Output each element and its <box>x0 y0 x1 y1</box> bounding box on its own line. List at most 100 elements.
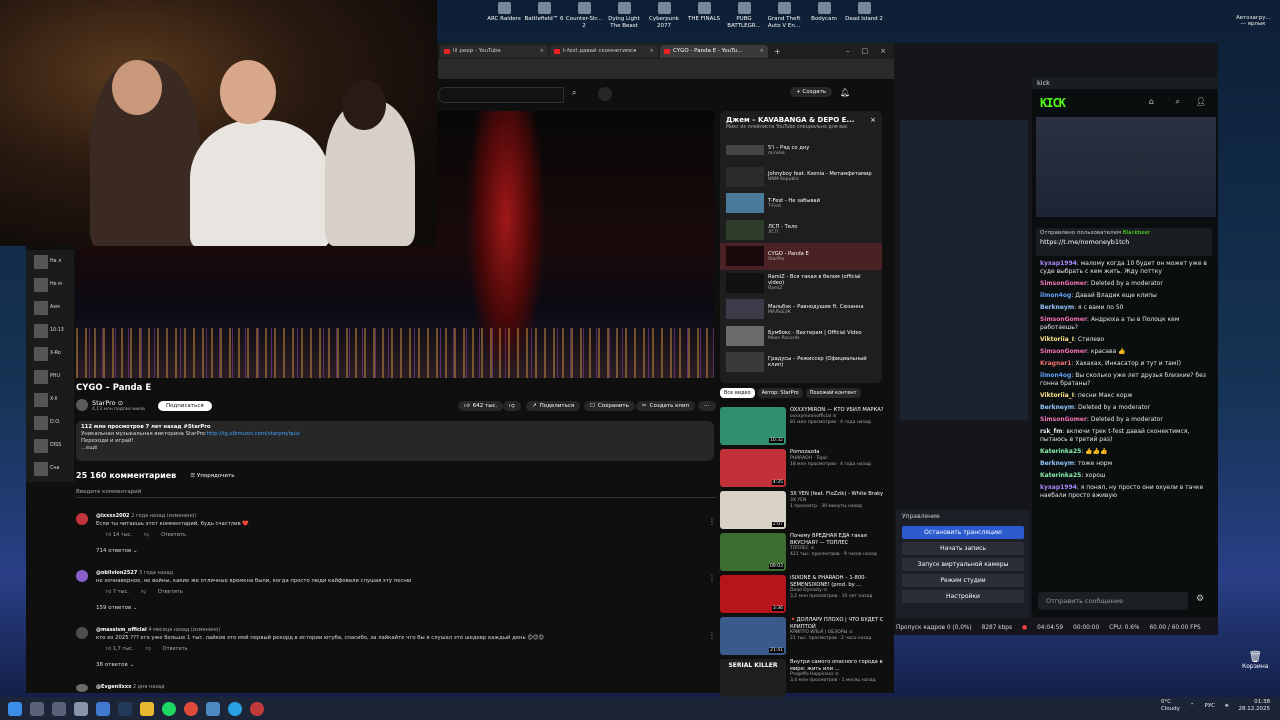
folder-icon[interactable] <box>140 701 154 716</box>
address-bar[interactable] <box>438 59 894 79</box>
gift-icon[interactable]: ⌂ <box>1149 97 1154 106</box>
dislike-button[interactable]: 👎︎ <box>503 401 521 411</box>
save-button[interactable]: ☐ Сохранить <box>584 401 635 411</box>
desktop-icon-2[interactable]: Counter-Str... 2 <box>564 2 604 40</box>
desktop-icon-0[interactable]: ARC Raiders <box>484 2 524 40</box>
desc-link[interactable]: http://ig.elbmusic.com/starpro/quiz <box>207 431 300 437</box>
minimize-icon[interactable]: – <box>846 47 850 55</box>
side-item[interactable]: D.O. <box>26 411 74 434</box>
side-item[interactable]: 10:13 <box>26 319 74 342</box>
comment-author[interactable]: @Evgenilxxx 2 дня назад <box>96 684 165 690</box>
search-icon[interactable]: ⌕ <box>572 88 576 98</box>
avatar[interactable] <box>76 570 88 582</box>
subscribe-button[interactable]: Подписаться <box>158 401 212 411</box>
dislike-icon[interactable]: 👎︎ <box>144 532 149 538</box>
channel-avatar[interactable] <box>76 399 88 411</box>
chip-all[interactable]: Все видео <box>720 388 755 398</box>
chip-author[interactable]: Автор: StarPro <box>757 388 803 398</box>
settings-button[interactable]: Настройки <box>902 590 1024 603</box>
replies-toggle[interactable]: 38 ответов ⌄ <box>96 662 134 668</box>
pinned-message[interactable]: Отправлено пользователем Blackbeer https… <box>1036 228 1212 256</box>
app-icon[interactable] <box>206 701 220 716</box>
settings-app-icon[interactable] <box>74 701 88 716</box>
chip-related[interactable]: Похожий контент <box>805 388 861 398</box>
steam-icon[interactable] <box>118 701 132 716</box>
reply-button[interactable]: Ответить <box>163 646 188 652</box>
like-button[interactable]: 👍︎ 642 тыс. <box>458 401 504 411</box>
recommendation[interactable]: 09:03 Почему ВРЕДНАЯ ЕДА такая ВКУСНАЯ? —… <box>720 533 890 574</box>
bell-icon[interactable]: 🔔︎ <box>840 88 850 97</box>
playlist-item[interactable]: Johnyboy feat. Ksenia - Метамфетамир NNM … <box>720 164 882 191</box>
virtual-camera-button[interactable]: Запуск виртуальной камеры <box>902 558 1024 571</box>
playlist-item-current[interactable]: CYGO - Panda E StarPro <box>720 243 882 270</box>
avatar[interactable] <box>76 684 88 692</box>
close-icon[interactable]: × <box>759 48 764 54</box>
side-item[interactable]: Сна <box>26 457 74 480</box>
share-button[interactable]: ↗ Поделиться <box>526 401 581 411</box>
chrome-icon[interactable] <box>184 701 198 716</box>
more-icon[interactable]: ⋮ <box>708 517 716 526</box>
clip-button[interactable]: ✂ Создать клип <box>636 401 696 411</box>
desktop-icon-8[interactable]: Bodycam <box>804 2 844 40</box>
task-view-icon[interactable] <box>52 701 66 716</box>
recommendation[interactable]: 21:41 🔻ДОЛЛАРУ ПЛОХО | ЧТО БУДЕТ С КРИПТО… <box>720 617 890 658</box>
side-item[interactable]: DISS <box>26 434 74 457</box>
close-icon[interactable]: × <box>649 48 654 54</box>
close-icon[interactable]: × <box>539 48 544 54</box>
spotify-icon[interactable] <box>162 701 176 716</box>
desktop-icon-7[interactable]: Grand Theft Auto V En... <box>764 2 804 40</box>
dislike-icon[interactable]: 👎︎ <box>146 646 151 652</box>
kick-stream-preview[interactable] <box>1036 117 1216 217</box>
side-item[interactable]: Ахм <box>26 296 74 319</box>
comment-author[interactable]: @lxxxx2002 2 года назад (изменено) <box>96 513 196 519</box>
desktop-icon-3[interactable]: Dying Light The Beast <box>604 2 644 40</box>
close-window-icon[interactable]: × <box>880 47 886 55</box>
avatar[interactable] <box>76 513 88 525</box>
recommendation[interactable]: 4:35 Pomozazda PHARAOH · Topic 18 млн просм… <box>720 449 890 490</box>
replies-toggle[interactable]: 159 ответов ⌄ <box>96 605 138 611</box>
reply-button[interactable]: Ответить <box>161 532 186 538</box>
recommendation[interactable]: 10:32 OXXXYMIRON — КТО УБИЛ МАРКА? oxxxymi… <box>720 407 890 448</box>
side-item[interactable]: X-Ro <box>26 342 74 365</box>
playlist-title[interactable]: Джем – KAVABANGA & DEPO E... × <box>720 111 882 124</box>
reply-button[interactable]: Ответить <box>158 589 183 595</box>
volume-icon[interactable]: 🔊︎ <box>1225 703 1228 710</box>
comment-author[interactable]: @oblivion2527 3 года назад <box>96 570 173 576</box>
recommendation[interactable]: SERIAL KILLER Внутри самого опасного горо… <box>720 659 890 700</box>
maximize-icon[interactable]: □ <box>862 47 869 55</box>
browser-tab[interactable]: lil peep - YouTube × <box>440 44 548 58</box>
playlist-item[interactable]: Градусы – Режиссер (Официальный клип) <box>720 349 882 376</box>
desktop-icon-5[interactable]: THE FINALS <box>684 2 724 40</box>
chat-settings-icon[interactable]: ⚙ <box>1196 594 1204 604</box>
avatar[interactable] <box>76 627 88 639</box>
search-icon[interactable] <box>30 701 44 716</box>
desktop-icon-9[interactable]: Dead Island 2 <box>844 2 884 40</box>
create-button[interactable]: + Создать <box>790 87 833 97</box>
new-tab-button[interactable]: + <box>774 47 781 56</box>
playlist-item[interactable]: ЛСП - Тело ЛСП <box>720 217 882 244</box>
channel-name[interactable]: StarPro ⊙ <box>92 399 123 407</box>
comment-author[interactable]: @massism_official 4 месяца назад (измене… <box>96 627 220 633</box>
start-recording-button[interactable]: Начать запись <box>902 542 1024 555</box>
studio-mode-button[interactable]: Режим студии <box>902 574 1024 587</box>
desc-more-link[interactable]: ...ещё <box>81 445 709 452</box>
telegram-icon[interactable] <box>228 701 242 716</box>
close-icon[interactable]: × <box>870 116 876 124</box>
search-icon[interactable]: ⌕ <box>1176 97 1180 107</box>
playlist-item[interactable]: RamiZ - Вся такая в белом (official vide… <box>720 270 882 297</box>
stop-stream-button[interactable]: Остановить трансляцию <box>902 526 1024 539</box>
more-icon[interactable]: ⋮ <box>708 631 716 640</box>
recommendation[interactable]: 2:07 3X YEN (feat. FloZzik) - White Braky… <box>720 491 890 532</box>
like-icon[interactable]: 👍︎ 1,7 тыс. <box>106 646 134 652</box>
desktop-icon-1[interactable]: Battlefield™ 6 <box>524 2 564 40</box>
weather-widget[interactable]: 0°C Cloudy <box>1161 699 1180 713</box>
dislike-icon[interactable]: 👎︎ <box>141 589 146 595</box>
playlist-item[interactable]: T-Fest - Не забывай T-Fest <box>720 190 882 217</box>
like-icon[interactable]: 👍︎ 7 тыс. <box>106 589 129 595</box>
pinned-link[interactable]: https://t.me/nomoneyb1tch <box>1036 238 1212 246</box>
comment-input[interactable]: Введите комментарий <box>76 489 716 498</box>
side-item[interactable]: PHU <box>26 365 74 388</box>
search-input[interactable] <box>438 87 564 103</box>
side-item[interactable]: Не м <box>26 273 74 296</box>
desktop-icon-6[interactable]: PUBG BATTLEGR... <box>724 2 764 40</box>
